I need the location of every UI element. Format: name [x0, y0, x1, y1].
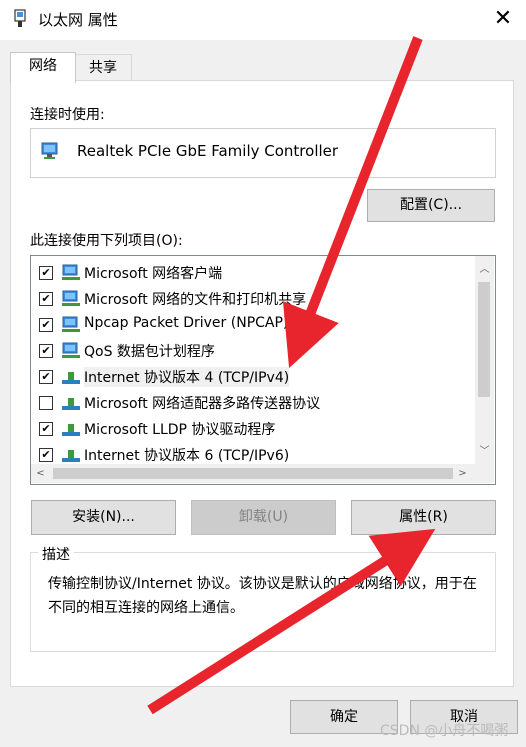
items-label: 此连接使用下列项目(O): [30, 233, 183, 249]
horizontal-scroll-thumb[interactable] [53, 468, 453, 479]
protocol-icon [62, 398, 80, 410]
item-label: Internet 协议版本 4 (TCP/IPv4) [84, 367, 290, 387]
description-text: 传输控制协议/Internet 协议。该协议是默认的广域网络协议，用于在不同的相… [48, 576, 477, 616]
item-checkbox[interactable]: ✔ [39, 422, 53, 436]
vertical-scroll-thumb[interactable] [478, 282, 490, 397]
item-label: QoS 数据包计划程序 [84, 344, 215, 360]
item-checkbox[interactable]: ✔ [39, 292, 53, 306]
item-checkbox[interactable]: ✔ [39, 266, 53, 280]
protocol-icon [62, 372, 80, 384]
network-client-icon [62, 342, 80, 358]
title-bar: 以太网 属性 ✕ [0, 0, 526, 40]
list-item[interactable]: ✔ Microsoft 网络客户端 [31, 260, 476, 286]
list-item[interactable]: ✔ Npcap Packet Driver (NPCAP) [31, 312, 476, 338]
item-label: Microsoft 网络适配器多路传送器协议 [84, 396, 321, 412]
adapter-name: Realtek PCIe GbE Family Controller [77, 142, 339, 160]
item-checkbox[interactable]: ✔ [39, 448, 53, 462]
adapter-box: Realtek PCIe GbE Family Controller [30, 128, 496, 178]
description-title: 描述 [38, 544, 74, 564]
network-client-icon [62, 264, 80, 280]
scroll-down-icon[interactable]: ﹀ [475, 442, 494, 461]
scroll-up-icon[interactable]: ︿ [475, 260, 494, 279]
item-label: Microsoft 网络的文件和打印机共享 [84, 292, 307, 308]
list-item[interactable]: ✔ QoS 数据包计划程序 [31, 338, 476, 364]
scroll-right-icon[interactable]: > [453, 464, 472, 483]
protocol-icon [62, 450, 80, 462]
item-checkbox[interactable]: ✔ [39, 370, 53, 384]
scroll-left-icon[interactable]: < [31, 464, 50, 483]
item-checkbox[interactable]: ✔ [39, 318, 53, 332]
item-label: Internet 协议版本 6 (TCP/IPv6) [84, 448, 290, 464]
watermark: CSDN @小舟不喝粥 [380, 723, 509, 739]
item-label: Microsoft 网络客户端 [84, 266, 223, 282]
list-item-selected[interactable]: ✔ Internet 协议版本 4 (TCP/IPv4) [31, 364, 476, 390]
tab-sharing[interactable]: 共享 [74, 54, 132, 81]
install-button[interactable]: 安装(N)... [31, 500, 176, 535]
ethernet-icon [14, 9, 26, 27]
item-checkbox[interactable]: ✔ [39, 344, 53, 358]
properties-button[interactable]: 属性(R) [351, 500, 496, 535]
item-label: Npcap Packet Driver (NPCAP) [84, 315, 289, 331]
connect-using-label: 连接时使用: [30, 107, 105, 123]
close-button[interactable]: ✕ [488, 4, 518, 34]
list-item[interactable]: ✔ Microsoft 网络的文件和打印机共享 [31, 286, 476, 312]
network-client-icon [62, 316, 80, 332]
window-title: 以太网 属性 [38, 11, 118, 29]
item-checkbox[interactable] [39, 396, 53, 410]
tab-network[interactable]: 网络 [10, 52, 76, 83]
list-item[interactable]: ✔ Microsoft LLDP 协议驱动程序 [31, 416, 476, 442]
item-label: Microsoft LLDP 协议驱动程序 [84, 422, 276, 438]
protocol-icon [62, 424, 80, 436]
network-client-icon [62, 290, 80, 306]
components-list[interactable]: ✔ Microsoft 网络客户端 ✔ Microsoft 网络的文件和打印机共… [30, 255, 496, 485]
uninstall-button[interactable]: 卸载(U) [191, 500, 336, 535]
list-item[interactable]: Microsoft 网络适配器多路传送器协议 [31, 390, 476, 416]
configure-button[interactable]: 配置(C)... [367, 189, 495, 222]
network-adapter-icon [41, 142, 58, 159]
